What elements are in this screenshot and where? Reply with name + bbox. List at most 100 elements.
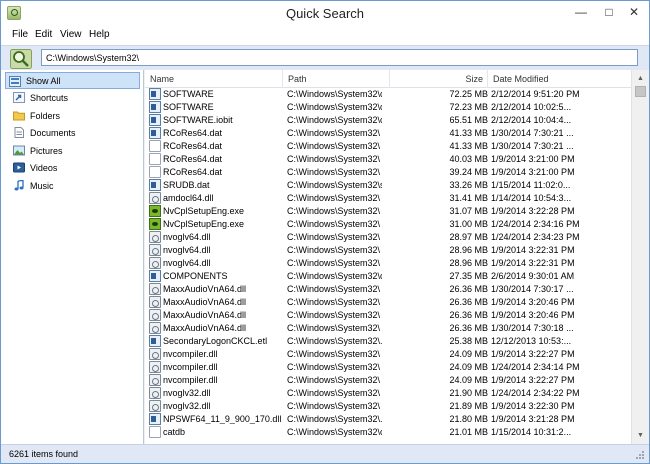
file-size-cell: 28.96 MB [449,258,488,268]
path-input[interactable] [41,49,638,66]
file-size-cell: 24.09 MB [449,362,488,372]
quick-search-window: Quick Search — □ ✕ File Edit View Help S… [0,0,650,464]
table-row[interactable]: nvoglv32.dll C:\Windows\System32\ 21.89 MB… [145,400,631,413]
table-row[interactable]: RCoRes64.dat C:\Windows\System32\ 39.24 MB… [145,166,631,179]
table-row[interactable]: NvCplSetupEng.exe C:\Windows\System32\ 31.… [145,218,631,231]
sidebar-item-label: Music [30,181,54,191]
date-modified-cell: 2/12/2014 9:51:20 PM [491,89,580,99]
date-modified-cell: 1/9/2014 3:22:31 PM [491,245,575,255]
nvidia-exe-icon [149,205,161,217]
sidebar-item-shortcuts[interactable]: Shortcuts [5,89,140,106]
menu-view[interactable]: View [60,29,82,40]
category-sidebar: Show All Shortcuts Folders Documents Pic… [1,70,144,444]
table-row[interactable]: catdb C:\Windows\System32\c... 21.01 MB 1/1… [145,426,631,439]
table-row[interactable]: MaxxAudioVnA64.dll C:\Windows\System32\ 26… [145,322,631,335]
file-path-cell: C:\Windows\System32\... [287,336,382,346]
file-path-cell: C:\Windows\System32\ [287,206,381,216]
table-row[interactable]: amdocl64.dll C:\Windows\System32\ 31.41 MB… [145,192,631,205]
table-row[interactable]: nvoglv64.dll C:\Windows\System32\ 28.96 MB… [145,244,631,257]
dll-file-icon [149,192,161,204]
file-path-cell: C:\Windows\System32\ [287,401,381,411]
system-file-icon [149,88,161,100]
search-icon[interactable] [10,49,32,69]
sidebar-item-pictures[interactable]: Pictures [5,142,140,159]
file-size-cell: 65.51 MB [449,115,488,125]
table-row[interactable]: RCoRes64.dat C:\Windows\System32\ 41.33 MB… [145,140,631,153]
file-path-cell: C:\Windows\System32\ [287,232,381,242]
date-modified-cell: 1/30/2014 7:30:17 ... [491,284,574,294]
table-row[interactable]: COMPONENTS C:\Windows\System32\c... 27.35 … [145,270,631,283]
table-row[interactable]: SRUDB.dat C:\Windows\System32\s... 33.26 M… [145,179,631,192]
sidebar-item-folders[interactable]: Folders [5,107,140,124]
sidebar-item-label: Documents [30,128,76,138]
list-header: Name Path Size Date Modified [145,70,649,88]
file-size-cell: 72.23 MB [449,102,488,112]
column-header-size[interactable]: Size [390,70,488,88]
show-all-icon [9,76,21,87]
file-path-cell: C:\Windows\System32\ [287,284,381,294]
resize-grip-icon[interactable] [635,450,645,460]
file-size-cell: 39.24 MB [449,167,488,177]
close-button[interactable]: ✕ [620,3,648,22]
date-modified-cell: 2/12/2014 10:02:5... [491,102,572,112]
menu-file[interactable]: File [12,29,28,40]
file-icon [149,166,161,178]
column-header-name[interactable]: Name [145,70,283,88]
file-path-cell: C:\Windows\System32\ [287,167,381,177]
table-row[interactable]: MaxxAudioVnA64.dll C:\Windows\System32\ 26… [145,283,631,296]
system-file-icon [149,179,161,191]
table-row[interactable]: nvcompiler.dll C:\Windows\System32\ 24.09 … [145,374,631,387]
date-modified-cell: 12/12/2013 10:53:... [491,336,572,346]
table-row[interactable]: SOFTWARE.iobit C:\Windows\System32\c... 65… [145,114,631,127]
file-name-cell: NPSWF64_11_9_900_170.dll [163,414,282,424]
table-row[interactable]: MaxxAudioVnA64.dll C:\Windows\System32\ 26… [145,296,631,309]
menu-help[interactable]: Help [89,29,110,40]
scroll-down-icon[interactable]: ▼ [632,427,649,444]
date-modified-cell: 1/9/2014 3:21:28 PM [491,414,575,424]
menu-edit[interactable]: Edit [35,29,52,40]
system-file-icon [149,101,161,113]
vertical-scrollbar[interactable]: ▲ ▼ [631,70,649,444]
table-row[interactable]: SOFTWARE C:\Windows\System32\c... 72.25 MB… [145,88,631,101]
date-modified-cell: 1/9/2014 3:22:28 PM [491,206,575,216]
table-row[interactable]: RCoRes64.dat C:\Windows\System32\ 40.03 MB… [145,153,631,166]
table-row[interactable]: SOFTWARE C:\Windows\System32\c... 72.23 MB… [145,101,631,114]
scroll-thumb[interactable] [635,86,646,97]
table-row[interactable]: NPSWF64_11_9_900_170.dll C:\Windows\Syste… [145,413,631,426]
sidebar-item-show-all[interactable]: Show All [5,72,140,89]
file-path-cell: C:\Windows\System32\ [287,128,381,138]
sidebar-item-videos[interactable]: Videos [5,159,140,176]
table-row[interactable]: MaxxAudioVnA64.dll C:\Windows\System32\ 26… [145,309,631,322]
date-modified-cell: 1/15/2014 11:02:0... [491,180,571,190]
column-header-path[interactable]: Path [283,70,390,88]
file-path-cell: C:\Windows\System32\ [287,310,381,320]
table-row[interactable]: nvoglv64.dll C:\Windows\System32\ 28.96 MB… [145,257,631,270]
file-path-cell: C:\Windows\System32\ [287,141,381,151]
sidebar-item-music[interactable]: Music [5,177,140,194]
table-row[interactable]: NvCplSetupEng.exe C:\Windows\System32\ 31.… [145,205,631,218]
column-header-date-modified[interactable]: Date Modified [488,70,631,88]
date-modified-cell: 1/9/2014 3:20:46 PM [491,297,575,307]
table-row[interactable]: nvoglv32.dll C:\Windows\System32\ 21.90 MB… [145,387,631,400]
table-row[interactable]: nvcompiler.dll C:\Windows\System32\ 24.09 … [145,348,631,361]
date-modified-cell: 1/24/2014 2:34:23 PM [491,232,580,242]
dll-file-icon [149,322,161,334]
dll-file-icon [149,348,161,360]
file-name-cell: nvoglv64.dll [163,245,211,255]
file-name-cell: nvoglv64.dll [163,232,211,242]
sidebar-item-documents[interactable]: Documents [5,124,140,141]
date-modified-cell: 1/15/2014 10:31:2... [491,427,572,437]
file-name-cell: SRUDB.dat [163,180,210,190]
dll-file-icon [149,231,161,243]
date-modified-cell: 1/30/2014 7:30:18 ... [491,323,574,333]
table-row[interactable]: SecondaryLogonCKCL.etl C:\Windows\System3… [145,335,631,348]
shortcut-icon [13,92,25,103]
scroll-up-icon[interactable]: ▲ [632,70,649,87]
table-row[interactable]: RCoRes64.dat C:\Windows\System32\ 41.33 MB… [145,127,631,140]
table-row[interactable]: nvoglv64.dll C:\Windows\System32\ 28.97 MB… [145,231,631,244]
minimize-button[interactable]: — [567,3,595,22]
file-size-cell: 24.09 MB [449,349,488,359]
table-row[interactable]: nvcompiler.dll C:\Windows\System32\ 24.09 … [145,361,631,374]
file-name-cell: nvoglv32.dll [163,388,211,398]
maximize-button[interactable]: □ [595,3,623,22]
